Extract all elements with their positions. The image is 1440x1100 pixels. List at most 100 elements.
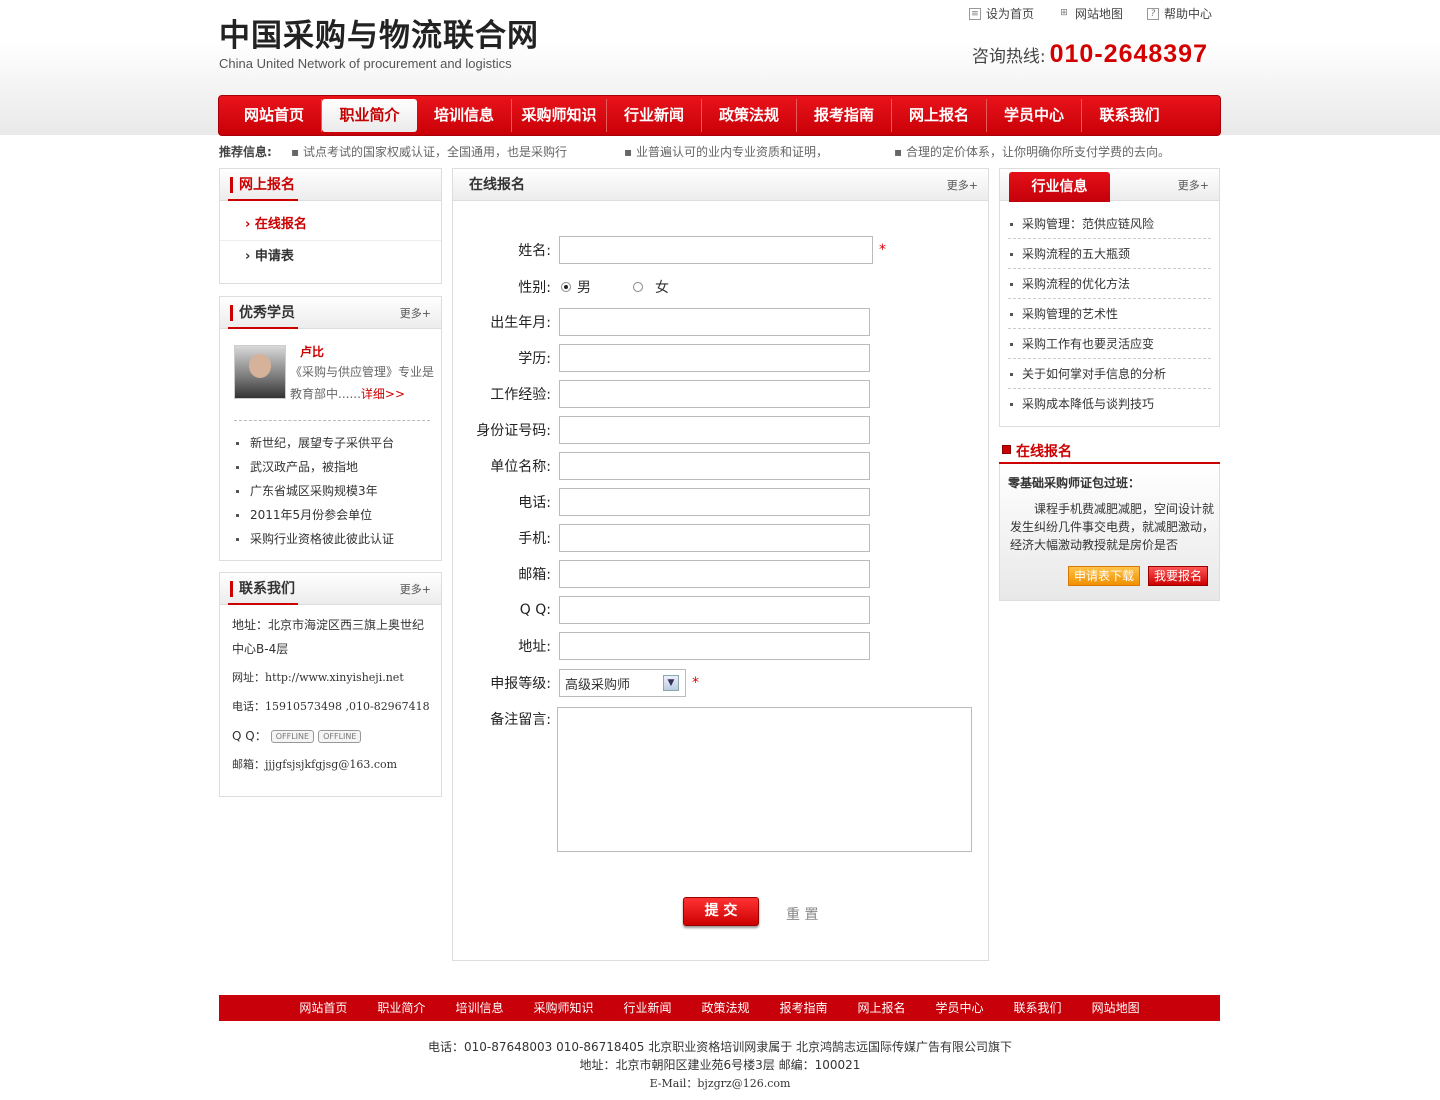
industry-news-box: 行业信息 更多+ 采购管理：范供应链风险 采购流程的五大瓶颈 采购流程的优化方法… (999, 168, 1220, 427)
nav-career-intro[interactable]: 职业简介 (322, 99, 417, 132)
detail-link[interactable]: 详细>> (361, 387, 405, 401)
qq-input[interactable] (559, 596, 870, 624)
tel-label: 电话: (518, 495, 551, 511)
students-box-title: 优秀学员 (230, 305, 295, 321)
qq-offline-badge[interactable]: OFFLINE (318, 729, 362, 743)
list-item[interactable]: 广东省城区采购规模3年 (220, 479, 394, 503)
list-item[interactable]: 采购管理：范供应链风险 (1008, 209, 1211, 239)
recommend-item[interactable]: ▪ 合理的定价体系，让你明确你所支付学费的去向。 (894, 143, 1170, 160)
email-input[interactable] (559, 560, 870, 588)
nav-policy[interactable]: 政策法规 (702, 99, 797, 132)
radio-female[interactable] (633, 282, 643, 292)
contact-qq: Q Q： OFFLINE OFFLINE (232, 724, 430, 748)
recommend-bar: 推荐信息: ▪ 试点考试的国家权威认证，全国通用，也是采购行 ▪ 业普遍认可的业… (219, 143, 1221, 160)
divider (228, 327, 298, 329)
unit-input[interactable] (559, 452, 870, 480)
nav-students[interactable]: 学员中心 (987, 99, 1082, 132)
signup-box-title: 网上报名 (230, 177, 295, 193)
footer-link[interactable]: 网站地图 (1077, 995, 1155, 1021)
hotline-number: 010-2648397 (1049, 40, 1208, 68)
list-item[interactable]: 新世纪，展望专子采供平台 (220, 431, 394, 455)
footer-link[interactable]: 职业简介 (362, 995, 440, 1021)
chevron-down-icon[interactable]: ▼ (663, 675, 679, 691)
list-item[interactable]: 采购管理的艺术性 (1008, 299, 1211, 329)
more-link[interactable]: 更多+ (400, 305, 431, 321)
sitemap-link[interactable]: ⊞ 网站地图 (1058, 5, 1123, 22)
address-input[interactable] (559, 632, 870, 660)
birth-input[interactable] (559, 308, 870, 336)
online-signup-box: 在线报名 零基础采购师证包过班： 课程手机费减肥减肥，空间设计就发生纠纷几件事交… (999, 438, 1220, 601)
contact-info: 地址：北京市海淀区西三旗上奥世纪 中心B-4层 网址：http://www.xi… (232, 613, 430, 777)
course-title: 零基础采购师证包过班： (1008, 476, 1141, 490)
hotline-label: 咨询热线: (971, 47, 1046, 67)
list-item[interactable]: 2011年5月份参会单位 (220, 503, 394, 527)
signup-now-button[interactable]: 我要报名 (1148, 566, 1208, 586)
student-news-list: 新世纪，展望专子采供平台 武汉政产品，被指地 广东省城区采购规模3年 2011年… (220, 431, 394, 551)
divider (234, 420, 430, 421)
tel-input[interactable] (559, 488, 870, 516)
footer-link[interactable]: 采购师知识 (518, 995, 608, 1021)
more-link[interactable]: 更多+ (400, 581, 431, 597)
id-number-label: 身份证号码: (476, 423, 551, 439)
nav-signup[interactable]: 网上报名 (892, 99, 987, 132)
footer-link[interactable]: 政策法规 (686, 995, 764, 1021)
nav-home[interactable]: 网站首页 (227, 99, 322, 132)
list-item[interactable]: 采购成本降低与谈判技巧 (1008, 389, 1211, 419)
footer-link[interactable]: 培训信息 (440, 995, 518, 1021)
menu-application-form[interactable]: › 申请表 (220, 241, 441, 273)
list-item[interactable]: 采购流程的五大瓶颈 (1008, 239, 1211, 269)
menu-online-signup[interactable]: › 在线报名 (220, 209, 441, 241)
course-desc: 课程手机费减肥减肥，空间设计就发生纠纷几件事交电费，就减肥激动，经济大幅激动教授… (1010, 502, 1215, 552)
name-input[interactable] (559, 236, 873, 264)
industry-news-list: 采购管理：范供应链风险 采购流程的五大瓶颈 采购流程的优化方法 采购管理的艺术性… (1000, 201, 1219, 419)
mobile-input[interactable] (559, 524, 870, 552)
nav-news[interactable]: 行业新闻 (607, 99, 702, 132)
signup-box-header: 网上报名 (220, 169, 441, 201)
note-label: 备注留言: (490, 712, 551, 728)
students-box: 优秀学员 更多+ 卢比 《采购与供应管理》专业是教育部中......详细>> 新世… (219, 296, 442, 561)
more-link[interactable]: 更多+ (1178, 177, 1209, 193)
recommend-item[interactable]: ▪ 业普遍认可的业内专业资质和证明， (624, 143, 828, 160)
envelope-icon (1002, 445, 1011, 454)
industry-news-header: 行业信息 更多+ (1000, 169, 1219, 202)
recommend-item[interactable]: ▪ 试点考试的国家权威认证，全国通用，也是采购行 (291, 143, 567, 160)
tab-industry-news[interactable]: 行业信息 (1009, 172, 1110, 202)
more-link[interactable]: 更多+ (947, 177, 978, 193)
experience-input[interactable] (559, 380, 870, 408)
mobile-label: 手机: (518, 531, 551, 547)
male-label: 男 (577, 280, 591, 296)
nav-guide[interactable]: 报考指南 (797, 99, 892, 132)
footer-link[interactable]: 网上报名 (843, 995, 921, 1021)
list-item[interactable]: 采购流程的优化方法 (1008, 269, 1211, 299)
footer-link[interactable]: 行业新闻 (608, 995, 686, 1021)
id-number-input[interactable] (559, 416, 870, 444)
list-item[interactable]: 关于如何掌对手信息的分析 (1008, 359, 1211, 389)
qq-offline-badge[interactable]: OFFLINE (270, 729, 315, 743)
submit-button[interactable]: 提 交 (683, 897, 759, 926)
list-item[interactable]: 采购行业资格彼此彼此认证 (220, 527, 394, 551)
list-item[interactable]: 采购工作有也要灵活应变 (1008, 329, 1211, 359)
level-select[interactable]: 高级采购师 ▼ (559, 669, 686, 697)
main-nav: 网站首页 职业简介 培训信息 采购师知识 行业新闻 政策法规 报考指南 网上报名… (218, 95, 1221, 136)
note-textarea[interactable] (557, 707, 972, 852)
list-item[interactable]: 武汉政产品，被指地 (220, 455, 394, 479)
birth-label: 出生年月: (490, 315, 551, 331)
help-link[interactable]: ? 帮助中心 (1146, 5, 1212, 22)
student-photo[interactable] (234, 345, 286, 399)
nav-contact[interactable]: 联系我们 (1082, 99, 1177, 132)
site-logo[interactable]: 中国采购与物流联合网 China United Network of procu… (219, 18, 539, 71)
education-input[interactable] (559, 344, 870, 372)
nav-knowledge[interactable]: 采购师知识 (512, 99, 607, 132)
set-homepage-link[interactable]: ≡ 设为首页 (968, 5, 1034, 22)
student-name[interactable]: 卢比 (300, 343, 324, 360)
footer-link[interactable]: 报考指南 (765, 995, 843, 1021)
reset-button[interactable]: 重 置 (786, 904, 818, 924)
footer-link[interactable]: 学员中心 (921, 995, 999, 1021)
experience-label: 工作经验: (490, 387, 551, 403)
nav-training[interactable]: 培训信息 (417, 99, 512, 132)
footer-link[interactable]: 网站首页 (284, 995, 362, 1021)
radio-male[interactable] (561, 282, 571, 292)
divider (228, 199, 298, 201)
download-form-button[interactable]: 申请表下载 (1068, 566, 1140, 586)
footer-link[interactable]: 联系我们 (999, 995, 1077, 1021)
